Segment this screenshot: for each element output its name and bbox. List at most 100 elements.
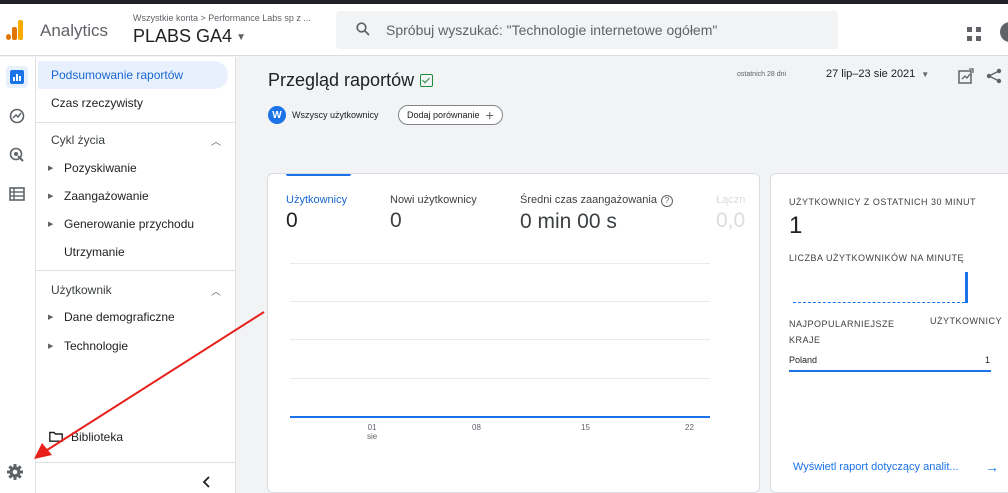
property-selector[interactable]: PLABS GA4 ▼ (133, 26, 246, 47)
search-bar[interactable] (336, 11, 838, 49)
chart-gridline (290, 378, 710, 379)
nav-item-demographics[interactable]: ▶ Dane demograficzne (38, 303, 228, 331)
realtime-value: 1 (789, 212, 803, 239)
col-header-country: NAJPOPULARNIEJSZE KRAJE (789, 319, 895, 345)
property-name: PLABS GA4 (133, 26, 233, 46)
realtime-title: UŻYTKOWNICY Z OSTATNICH 30 MINUT (789, 197, 977, 207)
metric-tab-users[interactable]: Użytkownicy 0 (286, 194, 347, 233)
folder-icon (49, 431, 63, 442)
caret-down-icon: ▼ (921, 70, 930, 79)
chart-x-tick: 01 sie (367, 423, 378, 441)
left-rail (0, 57, 36, 493)
country-row-label: Poland (789, 355, 818, 365)
metric-value: 0 (286, 209, 298, 232)
nav-item-label: Generowanie przychodu (64, 217, 195, 231)
account-breadcrumb[interactable]: Wszystkie konta > Performance Labs sp z … (133, 13, 311, 23)
plus-icon: + (485, 107, 494, 123)
per-minute-label: LICZBA UŻYTKOWNIKÓW NA MINUTĘ (789, 253, 965, 263)
date-prefix: ostatnich 28 dni (737, 71, 787, 78)
date-range-text: 27 lip–23 sie 2021 (826, 68, 916, 80)
metric-label: Średni czas zaangażowania? (520, 194, 673, 207)
nav-section-label: Cykl życia (51, 133, 106, 147)
nav-item-label: Utrzymanie (64, 245, 125, 259)
col-header-users: UŻYTKOWNICY (930, 316, 1002, 326)
triangle-right-icon: ▶ (48, 221, 54, 228)
chart-gridline (290, 339, 710, 340)
avatar[interactable] (1000, 22, 1008, 42)
explore-icon[interactable] (6, 105, 28, 127)
nav-item-tech[interactable]: ▶ Technologie (38, 332, 228, 360)
per-minute-baseline (793, 302, 965, 303)
chart-x-tick: 15 (581, 423, 590, 432)
active-tab-indicator (286, 174, 351, 176)
triangle-right-icon: ▶ (48, 193, 54, 200)
nav-item-reports-snapshot[interactable]: Podsumowanie raportów (38, 61, 228, 89)
chart-gridline (290, 301, 710, 302)
app-name: Analytics (40, 21, 109, 40)
nav-item-label: Podsumowanie raportów (51, 68, 184, 82)
advertising-icon[interactable] (6, 144, 28, 166)
nav-item-engagement[interactable]: ▶ Zaangażowanie (38, 182, 228, 210)
chevron-up-icon: ︿ (211, 137, 221, 148)
nav-item-label: Pozyskiwanie (64, 161, 137, 175)
country-row-value: 1 (985, 355, 991, 365)
overview-card: Użytkownicy 0 Nowi użytkownicy 0 Średni … (267, 173, 760, 493)
help-icon[interactable]: ? (660, 195, 673, 207)
nav-item-monetization[interactable]: ▶ Generowanie przychodu (38, 210, 228, 238)
nav-divider (36, 122, 236, 123)
verified-check-icon (420, 74, 434, 87)
realtime-card: UŻYTKOWNICY Z OSTATNICH 30 MINUT 1 LICZB… (770, 173, 1008, 493)
add-comparison-button[interactable]: Dodaj porównanie + (398, 105, 503, 125)
main-content: Przegląd raportów ostatnich 28 dni 27 li… (237, 57, 1008, 493)
gear-icon[interactable] (6, 463, 24, 481)
reports-icon[interactable] (6, 66, 28, 88)
chevron-up-icon: ︿ (211, 287, 221, 298)
nav-divider (36, 462, 236, 463)
nav-item-acquisition[interactable]: ▶ Pozyskiwanie (38, 154, 228, 182)
nav-divider (36, 270, 236, 271)
nav-section-label: Użytkownik (51, 283, 112, 297)
page-title-text: Przegląd raportów (268, 70, 415, 90)
caret-down-icon: ▼ (236, 31, 246, 43)
metric-value: 0,0 (716, 209, 746, 232)
configure-icon[interactable] (6, 183, 28, 205)
nav-item-label: Technologie (64, 339, 129, 353)
chart-series-users-line (290, 416, 710, 418)
customize-report-icon[interactable] (958, 68, 974, 84)
date-range-picker[interactable]: 27 lip–23 sie 2021 ▼ (826, 68, 929, 80)
triangle-right-icon: ▶ (48, 165, 54, 172)
arrow-right-icon[interactable]: → (985, 459, 999, 475)
metric-tab-new-users[interactable]: Nowi użytkownicy 0 (390, 194, 477, 233)
library-link[interactable]: Biblioteka (71, 430, 123, 444)
metric-value: 0 min 00 s (520, 210, 617, 233)
search-icon (356, 22, 370, 36)
apps-grid-icon[interactable] (967, 27, 981, 41)
nav-item-label: Zaangażowanie (64, 189, 149, 203)
segment-chip[interactable]: W Wszyscy użytkownicy (268, 105, 379, 125)
report-nav: Podsumowanie raportów Czas rzeczywisty C… (36, 57, 236, 493)
nav-section-lifecycle[interactable]: Cykl życia ︿ (51, 133, 221, 148)
per-minute-bar (965, 272, 968, 303)
realtime-report-link[interactable]: Wyświetl raport dotyczący analit... (793, 461, 959, 473)
nav-item-realtime[interactable]: Czas rzeczywisty (38, 89, 228, 117)
search-input[interactable] (386, 11, 826, 49)
page-title: Przegląd raportów (268, 70, 434, 91)
nav-section-user[interactable]: Użytkownik ︿ (51, 283, 221, 298)
metric-tab-engagement-time[interactable]: Średni czas zaangażowania? 0 min 00 s (520, 194, 673, 234)
nav-item-retention[interactable]: Utrzymanie (38, 238, 228, 266)
metric-label: Łączn (716, 194, 746, 206)
chevron-left-icon[interactable] (200, 475, 214, 489)
analytics-logo-icon[interactable] (6, 18, 26, 40)
top-header: Analytics Wszystkie konta > Performance … (0, 4, 1008, 56)
metric-tab-total[interactable]: Łączn 0,0 (716, 194, 745, 233)
segment-label: Wszyscy użytkownicy (292, 110, 379, 120)
nav-item-label: Czas rzeczywisty (51, 96, 144, 110)
metric-value: 0 (390, 209, 402, 232)
add-comparison-label: Dodaj porównanie (407, 110, 480, 120)
segment-badge: W (268, 106, 286, 124)
chart-gridline (290, 263, 710, 264)
chart-x-tick: 08 (472, 423, 481, 432)
share-icon[interactable] (986, 68, 1002, 84)
triangle-right-icon: ▶ (48, 314, 54, 321)
chart-x-tick: 22 (685, 423, 694, 432)
